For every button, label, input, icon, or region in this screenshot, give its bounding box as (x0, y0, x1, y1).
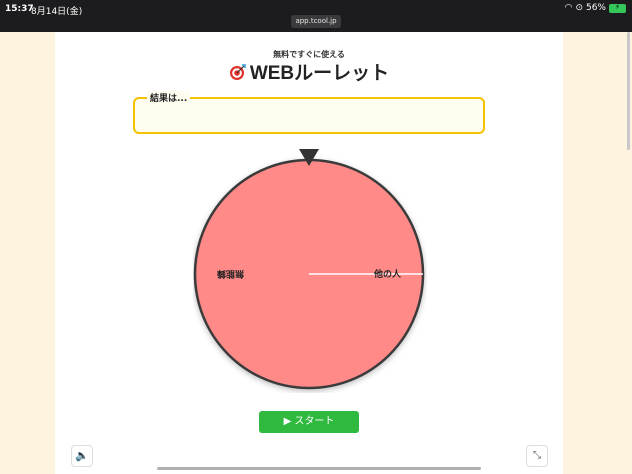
page-title: WEBルーレット (249, 63, 390, 84)
battery-icon: ⚡ (609, 3, 626, 13)
page-title-row: WEBルーレット (55, 58, 563, 87)
url-bar[interactable]: app.tcool.jp (291, 15, 341, 28)
speaker-icon[interactable]: 🔈 (71, 445, 93, 467)
wheel-label-other: 他の人 (373, 268, 402, 280)
scrollbar[interactable] (627, 32, 630, 150)
wheel-label-second: 無能鋒 (216, 268, 244, 280)
start-button[interactable]: ▶ スタート (259, 411, 359, 433)
roulette-page: 無料ですぐに使える WEBルーレット 結果は... 他の人 無能鋒 ▶ スタート… (55, 32, 563, 474)
roulette-wheel[interactable]: 他の人 無能鋒 (193, 148, 427, 393)
status-indicators: ◠ ⊙ 56% ⚡ (565, 3, 626, 13)
dart-target-icon (229, 64, 246, 87)
wifi-icon: ◠ (564, 3, 573, 13)
status-date: 8月14日(金) (31, 7, 83, 17)
expand-icon[interactable]: ⤡ (526, 445, 548, 467)
home-indicator (157, 467, 481, 470)
status-bar: 15:37 8月14日(金) app.tcool.jp ◠ ⊙ 56% ⚡ (0, 0, 632, 32)
battery-percent: 56% (585, 3, 606, 13)
result-box: 結果は... (133, 91, 485, 134)
result-label: 結果は... (147, 91, 191, 104)
status-time: 15:37 (5, 4, 34, 14)
orientation-lock-icon: ⊙ (575, 3, 583, 13)
